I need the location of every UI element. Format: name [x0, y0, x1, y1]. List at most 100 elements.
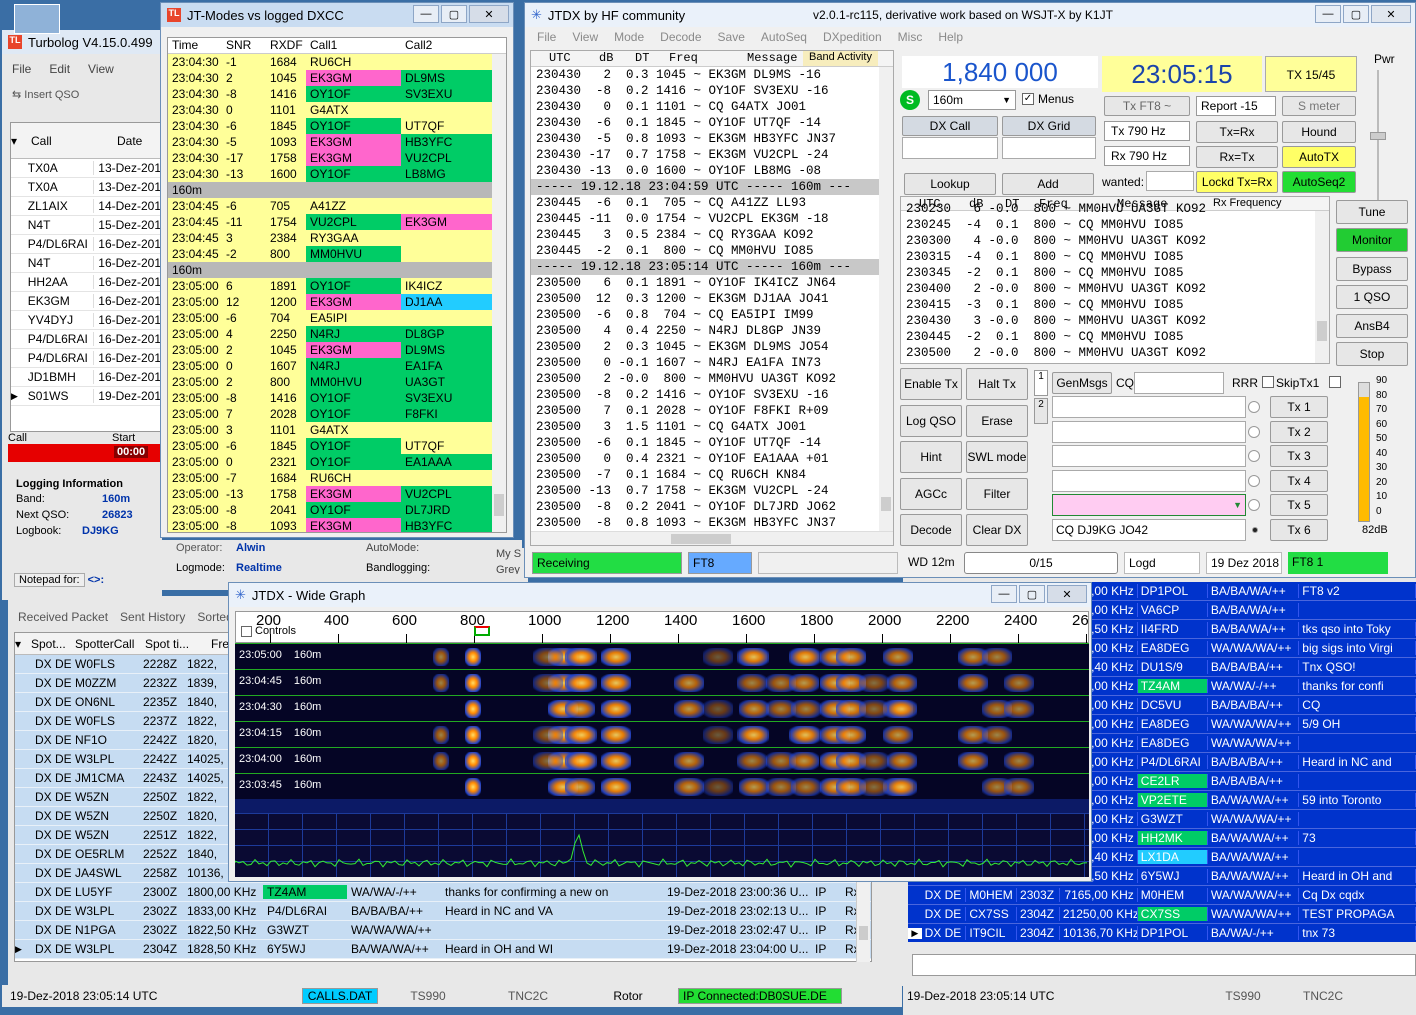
rx-decode-line[interactable]: 230345 -2 0.1 800 ~ CQ MM0HVU IO85 — [906, 265, 1329, 281]
dxcc-row[interactable]: 23:04:30 0 1101 G4ATX — [168, 102, 494, 118]
rx-decode-line[interactable]: 230415 -3 0.1 800 ~ CQ MM0HVU IO85 — [906, 297, 1329, 313]
decode-line[interactable]: 230445 -2 0.1 800 ~ CQ MM0HVU IO85 — [536, 243, 893, 259]
menu-file[interactable]: File — [12, 62, 31, 76]
agcc-button[interactable]: AGCc — [900, 477, 962, 510]
logbook-value[interactable]: DJ9KG — [82, 525, 119, 537]
tx1-button[interactable]: Tx 1 — [1270, 396, 1328, 418]
decode-line[interactable]: 230445 -6 0.1 705 ~ CQ A41ZZ LL93 — [536, 195, 893, 211]
btn-tune[interactable]: Tune — [1336, 200, 1408, 224]
log-row[interactable]: HH2AA 16-Dez-201 — [11, 273, 161, 292]
band-select[interactable]: 160m ▼ — [928, 90, 1016, 110]
clear-dx-button[interactable]: Clear DX — [966, 514, 1028, 546]
log-row[interactable]: P4/DL6RAI 16-Dez-201 — [11, 235, 161, 254]
log-row[interactable]: N4T 16-Dez-201 — [11, 254, 161, 273]
dxcc-titlebar[interactable]: TL JT-Modes vs logged DXCC — ▢ ✕ — [161, 3, 513, 27]
tx4-button[interactable]: Tx 4 — [1270, 469, 1328, 492]
log-row[interactable]: EK3GM 16-Dez-201 — [11, 292, 161, 311]
decode-line[interactable]: 230500 -8 0.2 1416 ~ OY1OF SV3EXU -16 — [536, 387, 893, 403]
tx4-radio[interactable] — [1248, 474, 1260, 487]
maximize-button[interactable]: ▢ — [1343, 5, 1369, 23]
minimize-button[interactable]: — — [991, 585, 1017, 603]
lockd-tx-rx-button[interactable]: Lockd Tx=Rx — [1196, 171, 1278, 193]
dxcc-row[interactable]: 23:05:00 12 1200 EK3GM DJ1AA — [168, 294, 494, 310]
dxcc-row[interactable]: 23:04:45 -11 1754 VU2CPL EK3GM — [168, 214, 494, 230]
tx5-message-input[interactable]: ▼ — [1052, 494, 1246, 516]
spot-row[interactable]: DX DE N1PGA 2302Z 1822,50 KHz G3WZT WA/WA/WA/… — [15, 921, 871, 940]
tab-received-packet[interactable]: Received Packet — [18, 610, 108, 624]
decode-line[interactable]: 230500 -8 0.2 2041 ~ OY1OF DL7JRD JO62 — [536, 499, 893, 515]
maximize-button[interactable]: ▢ — [1019, 585, 1045, 603]
jtdx-menu-item[interactable]: Save — [718, 30, 745, 44]
dxcc-scrollbar[interactable] — [492, 54, 506, 532]
notepad-value[interactable]: <>: — [88, 574, 105, 586]
jtdx-menu-item[interactable]: File — [537, 30, 556, 44]
log-col-date[interactable]: Date — [97, 134, 157, 148]
decode-line[interactable]: 230500 -6 0.8 704 ~ CQ EA5IPI IM99 — [536, 307, 893, 323]
log-row[interactable]: P4/DL6RAI 16-Dez-201 — [11, 349, 161, 368]
report-spinner[interactable]: Report -15 — [1196, 96, 1276, 116]
dxcc-row[interactable]: 23:04:45 -6 705 A41ZZ — [168, 198, 494, 214]
lookup-button[interactable]: Lookup — [904, 173, 996, 195]
decode-line[interactable]: 230430 0 0.1 1101 ~ CQ G4ATX JO01 — [536, 99, 893, 115]
widegraph-titlebar[interactable]: ✳ JTDX - Wide Graph — ▢ ✕ — [229, 583, 1091, 607]
tx2-message-input[interactable] — [1052, 420, 1246, 443]
log-col-call[interactable]: Call — [27, 134, 97, 148]
dxcc-row[interactable]: 23:04:30 -1 1684 RU6CH — [168, 54, 494, 70]
btn-1-qso[interactable]: 1 QSO — [1336, 285, 1408, 310]
dxcc-row[interactable]: 23:05:00 2 800 MM0HVU UA3GT — [168, 374, 494, 390]
rrr-checkbox[interactable]: RRR — [1232, 376, 1274, 390]
skiptx1-checkbox[interactable]: SkipTx1 — [1276, 376, 1342, 390]
dx-grid-input[interactable] — [1002, 137, 1096, 159]
dxcc-row[interactable]: 23:05:00 0 2321 OY1OF EA1AAA — [168, 454, 494, 470]
log-row[interactable]: P4/DL6RAI 16-Dez-201 — [11, 330, 161, 349]
genmsgs-button[interactable]: GenMsgs — [1052, 372, 1112, 394]
rx-decode-line[interactable]: 230500 2 -0.0 800 ~ MM0HVU UA3GT KO92 — [906, 345, 1329, 361]
jtdx-menu-item[interactable]: AutoSeq — [761, 30, 807, 44]
smeter-button[interactable]: S meter — [1282, 96, 1356, 116]
cluster-row[interactable]: DX DE CX7SS 2304Z 21250,00 KHz CX7SS WA/WA/WA… — [908, 905, 1416, 924]
tab-sent-history[interactable]: Sent History — [120, 610, 185, 624]
decode-line[interactable]: 230500 6 0.1 1891 ~ OY1OF IK4ICZ JN64 — [536, 275, 893, 291]
dxcc-row[interactable]: 23:05:00 -6 704 EA5IPI — [168, 310, 494, 326]
decode-line[interactable]: 230500 2 0.3 1045 ~ EK3GM DL9MS JO54 — [536, 339, 893, 355]
tx3-button[interactable]: Tx 3 — [1270, 445, 1328, 467]
tx6-message-input[interactable]: CQ DJ9KG JO42 — [1052, 518, 1246, 541]
pwr-slider[interactable] — [1370, 70, 1386, 200]
decode-line[interactable]: 230500 -8 0.8 1093 ~ EK3GM HB3YFC JN37 — [536, 515, 893, 531]
btn-monitor[interactable]: Monitor — [1336, 228, 1408, 253]
rx-marker[interactable] — [474, 626, 490, 636]
spots-col-spotter[interactable]: SpotterCall — [71, 637, 141, 651]
btn-stop[interactable]: Stop — [1336, 342, 1408, 366]
jtdx-menu-item[interactable]: DXpedition — [823, 30, 882, 44]
cluster-command-input[interactable] — [912, 954, 1416, 976]
dxcc-row[interactable]: 23:05:00 -13 1758 EK3GM VU2CPL — [168, 486, 494, 502]
dxcc-row[interactable]: 23:04:30 2 1045 EK3GM DL9MS — [168, 70, 494, 86]
dxcc-row[interactable]: 23:05:00 0 1607 N4RJ EA1FA — [168, 358, 494, 374]
log-qso-button[interactable]: Log QSO — [900, 404, 962, 437]
log-row[interactable]: ▶ S01WS 19-Dez-201 — [11, 387, 161, 406]
dxcc-row[interactable]: 23:05:00 -6 1845 OY1OF UT7QF — [168, 438, 494, 454]
dxcc-row[interactable]: 23:05:00 6 1891 OY1OF IK4ICZ — [168, 278, 494, 294]
tx5-button[interactable]: Tx 5 — [1270, 494, 1328, 516]
insert-qso-button[interactable]: ⇆ Insert QSO — [12, 88, 79, 101]
log-row[interactable]: ZL1AIX 14-Dez-201 — [11, 197, 161, 216]
rx-frequency-scrollbar[interactable] — [1315, 211, 1329, 363]
dxcc-row[interactable]: 23:05:00 -7 1684 RU6CH — [168, 470, 494, 486]
tx3-message-input[interactable] — [1052, 445, 1246, 467]
enable-tx-button[interactable]: Enable Tx — [900, 368, 962, 400]
dxcc-row[interactable]: 23:04:45 3 2384 RY3GAA — [168, 230, 494, 246]
jtdx-menu-item[interactable]: Misc — [898, 30, 923, 44]
decode-line[interactable]: 230445 3 0.5 2384 ~ CQ RY3GAA KO92 — [536, 227, 893, 243]
jtdx-menu-item[interactable]: Help — [938, 30, 963, 44]
dxcc-col-call1[interactable]: Call1 — [306, 38, 401, 53]
waterfall[interactable]: 23:05:00 160m 23:04:45 160m 23:04:30 160m 23:0… — [235, 643, 1089, 813]
rx-eq-tx-button[interactable]: Rx=Tx — [1196, 146, 1278, 168]
rx-decode-line[interactable]: 230430 3 -0.0 800 ~ MM0HVU UA3GT KO92 — [906, 313, 1329, 329]
band-activity-hscroll[interactable] — [531, 531, 893, 545]
decode-line[interactable]: 230500 7 0.1 2028 ~ OY1OF F8FKI R+09 — [536, 403, 893, 419]
decode-line[interactable]: 230500 2 -0.0 800 ~ MM0HVU UA3GT KO92 — [536, 371, 893, 387]
wanted-input[interactable] — [1146, 171, 1194, 191]
menu-edit[interactable]: Edit — [49, 62, 70, 76]
tx4-message-input[interactable] — [1052, 469, 1246, 492]
minimize-button[interactable]: — — [1315, 5, 1341, 23]
